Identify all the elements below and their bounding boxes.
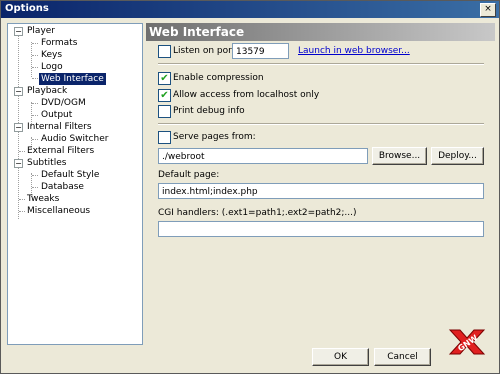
expander-playback[interactable]: −: [14, 87, 23, 96]
serve-pages-checkbox[interactable]: [158, 131, 171, 144]
tree-connector: [19, 211, 25, 212]
enable-compression-checkbox[interactable]: ✔: [158, 72, 171, 85]
tree-item-playback[interactable]: Playback: [27, 85, 67, 97]
tree-connector: [32, 187, 38, 188]
close-button[interactable]: ×: [480, 3, 496, 17]
tree-connector: [32, 175, 38, 176]
webroot-field[interactable]: ./webroot: [158, 148, 368, 164]
localhost-only-label: Allow access from localhost only: [173, 90, 320, 100]
tree-item-web-interface[interactable]: Web Interface: [39, 73, 106, 85]
tree-connector: [32, 103, 38, 104]
tree-connector: [19, 151, 25, 152]
ok-button[interactable]: OK: [312, 348, 369, 366]
tree-item-keys[interactable]: Keys: [41, 49, 62, 61]
tree-item-external-filters[interactable]: External Filters: [27, 145, 94, 157]
expander-internal-filters[interactable]: −: [14, 123, 23, 132]
checkmark-icon: ✔: [160, 73, 169, 84]
default-page-field[interactable]: index.html;index.php: [158, 183, 484, 199]
tree-item-logo[interactable]: Logo: [41, 61, 63, 73]
checkmark-icon: ✔: [160, 90, 169, 101]
options-window: Options × − Player Formats Keys Logo Web…: [0, 0, 500, 374]
listen-port-label: Listen on port:: [173, 46, 239, 56]
tree-connector: [32, 78, 38, 79]
serve-pages-label: Serve pages from:: [173, 132, 256, 142]
close-icon: ×: [484, 4, 492, 14]
tree-connector: [31, 42, 32, 77]
tree-connector: [32, 139, 38, 140]
cancel-button[interactable]: Cancel: [374, 348, 431, 366]
listen-port-checkbox[interactable]: [158, 45, 171, 58]
tree-connector: [32, 55, 38, 56]
window-title: Options: [5, 3, 49, 14]
tree-item-internal-filters[interactable]: Internal Filters: [27, 121, 92, 133]
tree-connector: [32, 67, 38, 68]
divider: [158, 63, 484, 65]
x-logo-icon: GNW: [448, 329, 486, 355]
expander-subtitles[interactable]: −: [14, 159, 23, 168]
tree-item-database[interactable]: Database: [41, 181, 84, 193]
divider: [158, 123, 484, 125]
tree-item-dvd-ogm[interactable]: DVD/OGM: [41, 97, 86, 109]
enable-compression-label: Enable compression: [173, 73, 264, 83]
tree-item-player[interactable]: Player: [27, 25, 55, 37]
launch-browser-link[interactable]: Launch in web browser...: [298, 46, 410, 56]
cgi-handlers-field[interactable]: [158, 221, 484, 237]
title-bar[interactable]: Options ×: [1, 1, 499, 18]
tree-item-default-style[interactable]: Default Style: [41, 169, 99, 181]
tree-connector: [19, 199, 25, 200]
print-debug-label: Print debug info: [173, 106, 245, 116]
print-debug-checkbox[interactable]: [158, 105, 171, 118]
localhost-only-checkbox[interactable]: ✔: [158, 89, 171, 102]
tree-item-subtitles[interactable]: Subtitles: [27, 157, 66, 169]
tree-item-audio-switcher[interactable]: Audio Switcher: [41, 133, 108, 145]
tree-item-tweaks[interactable]: Tweaks: [27, 193, 59, 205]
default-page-label: Default page:: [158, 170, 220, 180]
deploy-button[interactable]: Deploy...: [431, 147, 484, 165]
browse-button[interactable]: Browse...: [372, 147, 427, 165]
tree-item-formats[interactable]: Formats: [41, 37, 77, 49]
settings-tree[interactable]: − Player Formats Keys Logo Web Interface…: [7, 23, 143, 345]
cgi-handlers-label: CGI handlers: (.ext1=path1;.ext2=path2;.…: [158, 208, 357, 218]
tree-item-output[interactable]: Output: [41, 109, 72, 121]
tree-connector: [32, 43, 38, 44]
page-title: Web Interface: [146, 23, 495, 41]
tree-item-miscellaneous[interactable]: Miscellaneous: [27, 205, 90, 217]
port-field[interactable]: 13579: [232, 43, 289, 59]
tree-connector: [32, 115, 38, 116]
expander-player[interactable]: −: [14, 27, 23, 36]
